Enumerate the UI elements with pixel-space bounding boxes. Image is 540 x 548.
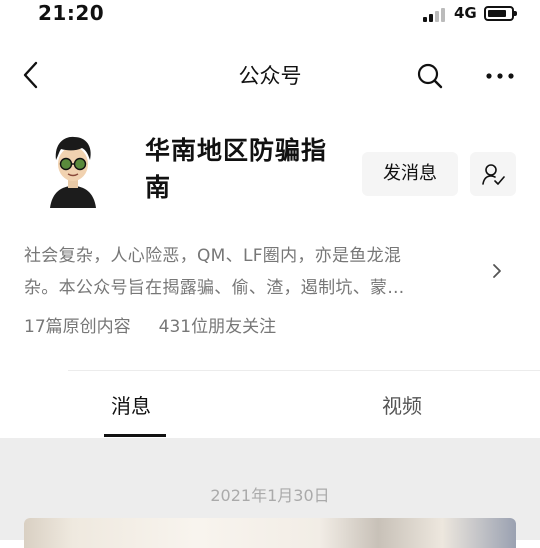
page-title: 公众号: [238, 64, 302, 88]
account-profile: 华南地区防骗指南 发消息 社会复杂，人心险恶，QM、LF圈内，亦是鱼龙混 杂。本…: [0, 118, 540, 358]
account-name: 华南地区防骗指南: [145, 136, 328, 202]
intro-line: 社会复杂，人心险恶，QM、LF圈内，亦是鱼龙混: [24, 246, 402, 266]
status-bar: 21:20 4G: [0, 0, 540, 30]
content-tabs: 消息 视频: [0, 372, 540, 438]
active-tab-indicator: [104, 434, 166, 437]
article-cover-image: [24, 518, 516, 548]
avatar[interactable]: [46, 132, 100, 208]
original-articles-count[interactable]: 17篇原创内容: [24, 317, 131, 337]
cellular-signal-icon: [423, 8, 449, 22]
battery-level: [488, 10, 506, 17]
account-stats: 17篇原创内容 431位朋友关注: [24, 312, 276, 337]
chevron-right-icon[interactable]: [488, 260, 506, 282]
friends-following-count[interactable]: 431位朋友关注: [159, 317, 276, 337]
article-card[interactable]: [24, 518, 516, 548]
tab-videos[interactable]: 视频: [382, 390, 422, 419]
account-introduction[interactable]: 社会复杂，人心险恶，QM、LF圈内，亦是鱼龙混 杂。本公众号旨在揭露骗、偷、渣，…: [24, 240, 484, 304]
battery-icon: [484, 6, 517, 21]
network-type: 4G: [454, 4, 477, 22]
more-icon[interactable]: [484, 60, 516, 92]
send-message-button[interactable]: 发消息: [362, 152, 458, 196]
user-check-icon: [482, 164, 505, 185]
tab-messages[interactable]: 消息: [111, 390, 151, 419]
divider: [68, 370, 540, 371]
intro-line: 杂。本公众号旨在揭露骗、偷、渣，遏制坑、蒙…: [24, 278, 405, 298]
feed-date: 2021年1月30日: [210, 486, 330, 505]
nav-bar: 公众号: [0, 48, 540, 104]
follow-button[interactable]: [470, 152, 516, 196]
message-feed: 2021年1月30日: [0, 438, 540, 548]
status-time: 21:20: [38, 1, 105, 25]
search-icon[interactable]: [414, 60, 446, 92]
